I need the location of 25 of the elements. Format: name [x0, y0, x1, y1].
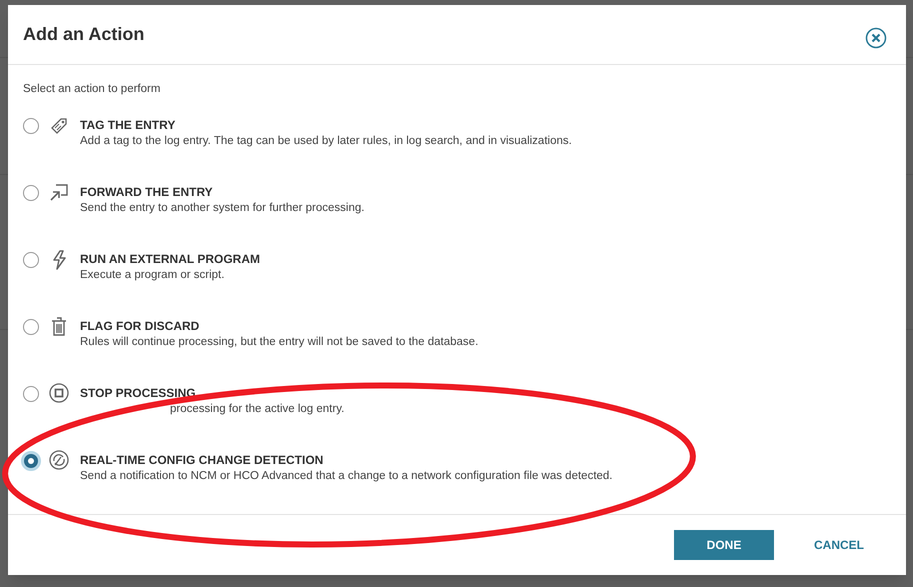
action-title: RUN AN EXTERNAL PROGRAM	[80, 252, 260, 266]
action-title: STOP PROCESSING	[80, 386, 197, 400]
action-description: Execute a program or script.	[80, 268, 226, 284]
action-title: REAL-TIME CONFIG CHANGE DETECTION	[80, 453, 324, 468]
action-description: processing for the active log entry.	[169, 402, 344, 418]
radio-button[interactable]	[23, 319, 39, 336]
cancel-button[interactable]: CANCEL	[814, 536, 864, 554]
dialog-title: Add an Action	[23, 23, 144, 46]
radio-button[interactable]	[21, 451, 41, 472]
close-icon[interactable]	[865, 26, 887, 48]
sync-icon	[48, 449, 70, 472]
radio-button[interactable]	[23, 185, 39, 202]
radio-button[interactable]	[23, 118, 39, 134]
done-button[interactable]: DONE	[674, 530, 774, 560]
action-title: TAG THE ENTRY	[80, 118, 176, 132]
action-description: Add a tag to the log entry. The tag can be used by later rules, in log search, and in visualizations.	[80, 134, 572, 150]
stop-icon	[48, 382, 70, 404]
action-description: Send the entry to another system for further processing.	[80, 201, 364, 216]
prompt-text: Select an action to perform	[23, 82, 162, 97]
radio-button[interactable]	[23, 386, 39, 402]
action-description: Rules will continue processing, but the entry will not be saved to the database.	[80, 335, 478, 350]
radio-button[interactable]	[23, 252, 39, 268]
action-title: FORWARD THE ENTRY	[80, 185, 214, 200]
action-description: Send a notification to NCM or HCO Advanced that a change to a network configuration file was detected.	[80, 469, 612, 484]
action-title: FLAG FOR DISCARD	[80, 319, 200, 334]
